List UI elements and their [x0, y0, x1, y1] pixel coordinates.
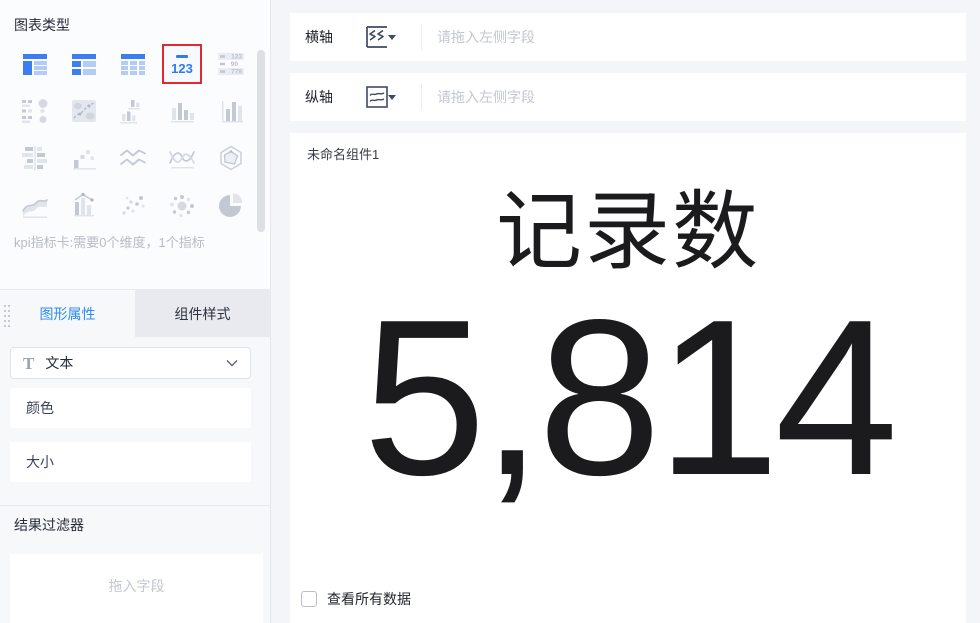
graphic-properties-section: T 文本 颜色 大小: [0, 347, 270, 505]
size-setting-label: 大小: [26, 454, 54, 470]
horizontal-axis-label: 横轴: [305, 29, 333, 45]
combo-chart-icon: [74, 192, 94, 217]
chart-type-section: 图表类型 123 123 90 778 kpi指标卡:需要0个维度，1个指标: [0, 0, 270, 289]
view-all-data-row[interactable]: 查看所有数据: [301, 589, 411, 609]
color-setting-card[interactable]: 颜色: [10, 388, 251, 428]
chart-type-scatter[interactable]: [118, 190, 148, 220]
chart-type-gauge-card[interactable]: [20, 96, 50, 126]
text-attribute-select[interactable]: T 文本: [10, 347, 251, 379]
chart-type-grid: 123 123 90 778: [0, 35, 270, 220]
radar-icon: [220, 145, 242, 171]
kpi-indicator: 记录数 5,814: [290, 133, 966, 509]
text-card-icon: 123 90 778: [218, 53, 244, 76]
chart-type-multi-series-bar[interactable]: [118, 96, 148, 126]
chart-type-axis-bar[interactable]: [216, 96, 246, 126]
chart-type-line[interactable]: [118, 143, 148, 173]
chart-type-compare-table[interactable]: [69, 49, 99, 79]
divider: [421, 24, 422, 50]
result-filter-title: 结果过滤器: [14, 517, 84, 533]
axis-bar-icon: [222, 101, 243, 123]
svg-text:90: 90: [231, 61, 239, 68]
tab-graphic-properties[interactable]: 图形属性: [0, 290, 135, 337]
horizontal-axis-placeholder[interactable]: 请拖入左侧字段: [437, 27, 535, 47]
result-filter-section: 结果过滤器 拖入字段: [0, 505, 270, 623]
filter-dropzone-placeholder: 拖入字段: [108, 578, 165, 594]
chart-config-panel: 图表类型 123 123 90 778 kpi指标卡:需要0个维度，1个指标 图…: [0, 0, 271, 623]
compare-table-icon: [72, 54, 96, 75]
chart-type-pie[interactable]: [216, 190, 246, 220]
area-chart-icon: [22, 199, 48, 218]
chart-type-bar[interactable]: [167, 96, 197, 126]
panel-tabs: 图形属性 组件样式: [0, 289, 270, 337]
chart-type-map[interactable]: [69, 96, 99, 126]
chart-type-step-scatter[interactable]: [69, 143, 99, 173]
chart-type-curve-cross[interactable]: [167, 143, 197, 173]
text-attribute-label: 文本: [45, 355, 74, 371]
bi-chart-editor: 图表类型 123 123 90 778 kpi指标卡:需要0个维度，1个指标 图…: [0, 0, 980, 623]
tab-label: 图形属性: [39, 305, 96, 322]
curve-cross-icon: [169, 151, 195, 169]
text-T-icon: T: [23, 353, 35, 373]
chart-types-scrollbar[interactable]: [257, 50, 265, 232]
horizontal-bar-icon: [22, 146, 47, 170]
kpi-metric-label: 记录数: [496, 184, 760, 280]
divider: [421, 84, 422, 110]
editor-main-area: 横轴 请拖入左侧字段 纵轴 请拖入左侧字段 未命名组件1 记录数 5,814 查…: [271, 0, 980, 623]
bar-chart-icon: [171, 103, 194, 123]
chart-type-radar[interactable]: [216, 143, 246, 173]
panel-drag-handle-icon[interactable]: [4, 305, 6, 307]
svg-text:123: 123: [171, 61, 193, 76]
vertical-axis-row: 纵轴 请拖入左侧字段: [290, 73, 966, 121]
chart-type-horizontal-bar[interactable]: [20, 143, 50, 173]
caret-down-icon[interactable]: [388, 35, 396, 40]
multi-bar-icon: [120, 100, 140, 124]
tab-component-style[interactable]: 组件样式: [135, 290, 270, 337]
grouped-table-icon: [23, 54, 47, 75]
detail-table-icon: [121, 54, 145, 75]
map-icon: [72, 100, 96, 122]
chart-type-text-indicator-card[interactable]: 123 90 778: [216, 49, 246, 79]
chart-type-bubble[interactable]: [167, 190, 197, 220]
chart-type-kpi-indicator-card[interactable]: 123: [162, 44, 202, 84]
tab-label: 组件样式: [174, 305, 231, 322]
component-title: 未命名组件1: [307, 147, 380, 162]
svg-text:778: 778: [231, 69, 242, 76]
horizontal-axis-row: 横轴 请拖入左侧字段: [290, 13, 966, 61]
filter-dropzone[interactable]: 拖入字段: [10, 554, 263, 623]
chart-type-detail-table[interactable]: [118, 49, 148, 79]
step-scatter-icon: [73, 150, 96, 170]
size-setting-card[interactable]: 大小: [10, 442, 251, 482]
vertical-axis-label: 纵轴: [305, 89, 333, 105]
chart-type-grouped-table[interactable]: [20, 49, 50, 79]
scatter-icon: [122, 196, 145, 215]
view-all-checkbox[interactable]: [301, 591, 317, 607]
chart-type-description: kpi指标卡:需要0个维度，1个指标: [14, 235, 205, 250]
chevron-down-icon: [226, 359, 238, 367]
bubble-icon: [170, 195, 194, 218]
chart-types-title: 图表类型: [14, 17, 70, 33]
view-all-label: 查看所有数据: [327, 591, 411, 607]
caret-down-icon[interactable]: [388, 95, 396, 100]
pie-icon: [219, 193, 243, 217]
kpi-card-icon: 123: [171, 55, 193, 76]
component-canvas[interactable]: 未命名组件1 记录数 5,814 查看所有数据: [290, 133, 966, 623]
color-setting-label: 颜色: [26, 400, 54, 416]
kpi-metric-value: 5,814: [362, 273, 899, 522]
chart-type-combo[interactable]: [69, 190, 99, 220]
svg-text:123: 123: [231, 54, 242, 61]
chart-type-area[interactable]: [20, 190, 50, 220]
gauge-card-icon: [22, 99, 48, 123]
vertical-axis-placeholder[interactable]: 请拖入左侧字段: [437, 87, 535, 107]
line-chart-icon: [120, 149, 146, 166]
